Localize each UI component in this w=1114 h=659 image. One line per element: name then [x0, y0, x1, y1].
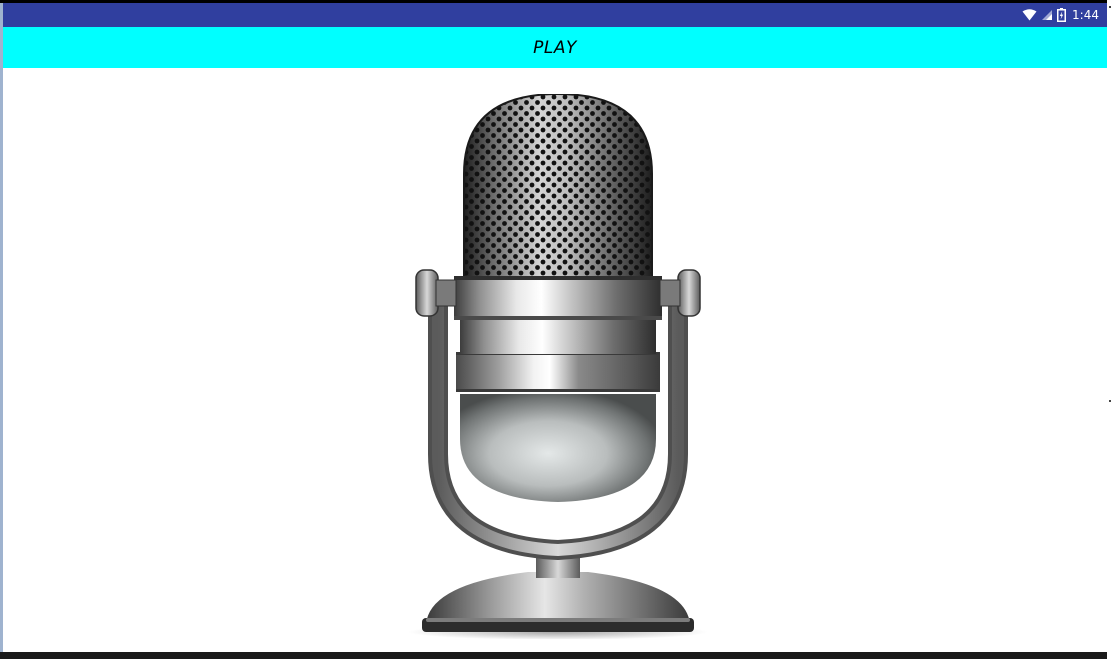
battery-icon [1057, 8, 1067, 22]
status-time: 1:44 [1072, 8, 1099, 22]
content-area [3, 68, 1107, 652]
window-right-edge [1107, 0, 1114, 659]
wifi-icon [1022, 9, 1037, 21]
microphone-icon[interactable] [408, 94, 708, 639]
resize-dot [1109, 6, 1111, 8]
status-bar: 1:44 [3, 3, 1107, 27]
cell-signal-icon [1042, 10, 1053, 20]
page-title: PLAY [533, 37, 577, 58]
resize-dot [1109, 400, 1111, 402]
device-frame: 1:44 PLAY [0, 0, 1114, 659]
app-bar: PLAY [3, 27, 1107, 68]
window-bottom-edge [0, 652, 1107, 659]
status-icons: 1:44 [1022, 3, 1099, 27]
